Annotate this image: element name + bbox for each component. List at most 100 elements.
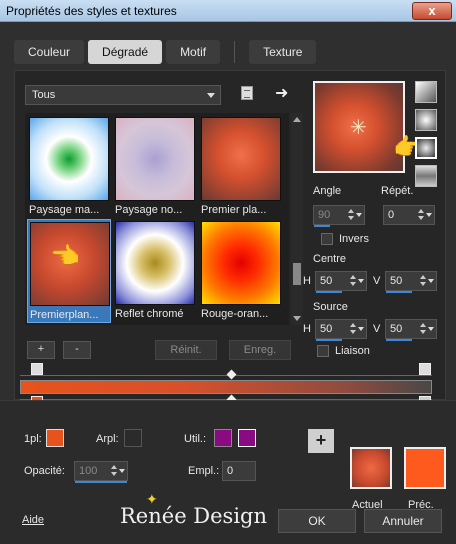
- tab-texture[interactable]: Texture: [249, 40, 317, 64]
- source-label: Source: [313, 301, 348, 313]
- stepper-down-icon[interactable]: [111, 472, 117, 476]
- chevron-down-icon: [207, 93, 215, 98]
- tab-couleur[interactable]: Couleur: [14, 40, 85, 64]
- stepper-up-icon[interactable]: [350, 275, 356, 279]
- location-value: 0: [227, 465, 234, 477]
- stepper-down-icon[interactable]: [348, 216, 354, 220]
- title-bar: Propriétés des styles et textures x: [0, 0, 456, 22]
- close-button[interactable]: x: [412, 2, 452, 20]
- opacity-stepper[interactable]: 100: [74, 461, 128, 483]
- stepper-down-icon[interactable]: [350, 282, 356, 286]
- source-h-label: H: [303, 323, 311, 335]
- pointing-hand-icon: 👈: [50, 243, 80, 270]
- util-label: Util.:: [184, 433, 206, 445]
- chevron-down-icon[interactable]: [428, 279, 434, 283]
- stepper-up-icon[interactable]: [420, 323, 426, 327]
- gradient-thumb[interactable]: Rouge-oran...: [199, 219, 283, 323]
- gradient-thumb-label: Paysage ma...: [29, 204, 100, 216]
- util-color-swatch-active[interactable]: [238, 429, 256, 447]
- library-icon[interactable]: [241, 86, 253, 100]
- gradient-preview[interactable]: ✳: [313, 81, 405, 173]
- ok-button[interactable]: OK: [278, 509, 356, 533]
- stepper-up-icon[interactable]: [350, 323, 356, 327]
- stepper-up-icon[interactable]: [111, 465, 117, 469]
- gradient-thumb[interactable]: Paysage no...: [113, 115, 197, 219]
- add-color-button[interactable]: +: [308, 429, 334, 453]
- stepper-down-icon[interactable]: [420, 330, 426, 334]
- source-v-value: 50: [390, 323, 403, 335]
- bottom-panel: 1pl: Arpl: Util.: Opacité: 100 Empl.: 0 …: [0, 400, 456, 544]
- stepper-down-icon[interactable]: [350, 330, 356, 334]
- save-button[interactable]: Enreg.: [229, 340, 291, 360]
- gradient-thumb[interactable]: Reflet chromé: [113, 219, 197, 323]
- gallery-scrollbar[interactable]: [291, 113, 303, 325]
- location-field[interactable]: 0: [222, 461, 256, 481]
- tab-degrade[interactable]: Dégradé: [88, 40, 163, 64]
- center-v-label: V: [373, 275, 381, 287]
- repeat-label: Répét.: [381, 185, 414, 197]
- linear-style-button[interactable]: [415, 81, 437, 103]
- radial-style-button[interactable]: [415, 165, 437, 187]
- gradient-thumb-selected[interactable]: 👈 Premierplan...: [27, 219, 111, 323]
- stepper-down-icon[interactable]: [420, 282, 426, 286]
- stepper-up-icon[interactable]: [348, 209, 354, 213]
- rectangular-style-button[interactable]: [415, 109, 437, 131]
- reset-button[interactable]: Réinit.: [155, 340, 217, 360]
- chevron-down-icon[interactable]: [358, 327, 364, 331]
- chevron-down-icon[interactable]: [428, 327, 434, 331]
- gradient-ramp[interactable]: [20, 380, 432, 394]
- stepper-down-icon[interactable]: [418, 216, 424, 220]
- sunburst-style-button[interactable]: [415, 137, 437, 159]
- opacity-stop-start[interactable]: [31, 363, 43, 375]
- source-h-value: 50: [320, 323, 333, 335]
- add-gradient-button[interactable]: +: [27, 341, 55, 359]
- stepper-up-icon[interactable]: [420, 275, 426, 279]
- gradient-swatch: [201, 221, 281, 305]
- source-v-stepper[interactable]: 50: [385, 319, 437, 341]
- cancel-button[interactable]: Annuler: [364, 509, 442, 533]
- source-h-stepper[interactable]: 50: [315, 319, 367, 341]
- arrow-right-icon[interactable]: ➜: [275, 83, 288, 103]
- opacity-stop-end[interactable]: [419, 363, 431, 375]
- angle-stepper[interactable]: 90: [313, 205, 365, 227]
- stepper-up-icon[interactable]: [418, 209, 424, 213]
- invert-checkbox[interactable]: [321, 233, 333, 245]
- fg-color-swatch[interactable]: [46, 429, 64, 447]
- bg-color-swatch[interactable]: [124, 429, 142, 447]
- gradient-thumb[interactable]: Premier pla...: [199, 115, 283, 219]
- value-bar: [75, 481, 127, 483]
- chevron-down-icon[interactable]: [119, 469, 125, 473]
- dialog-body: Couleur Dégradé Motif Texture Tous ➜ Pay…: [0, 22, 456, 544]
- center-v-value: 50: [390, 275, 403, 287]
- center-label: Centre: [313, 253, 347, 265]
- location-label: Empl.:: [188, 465, 220, 477]
- previous-swatch[interactable]: [404, 447, 446, 489]
- scroll-thumb[interactable]: [293, 263, 301, 285]
- help-link[interactable]: Aide: [22, 514, 44, 526]
- gradient-swatch: [29, 117, 109, 201]
- link-checkbox[interactable]: [317, 345, 329, 357]
- center-v-stepper[interactable]: 50: [385, 271, 437, 293]
- gradient-thumb-label: Rouge-oran...: [201, 308, 269, 320]
- center-h-stepper[interactable]: 50: [315, 271, 367, 293]
- center-h-value: 50: [320, 275, 333, 287]
- repeat-stepper[interactable]: 0: [383, 205, 435, 225]
- center-point-icon[interactable]: ✳: [350, 115, 367, 140]
- remove-gradient-button[interactable]: -: [63, 341, 91, 359]
- current-swatch[interactable]: [350, 447, 392, 489]
- chevron-down-icon[interactable]: [356, 213, 362, 217]
- category-value: Tous: [32, 89, 56, 101]
- gradient-thumb[interactable]: Paysage ma...: [27, 115, 111, 219]
- util-color-swatch[interactable]: [214, 429, 232, 447]
- gradient-gallery: Paysage ma... Paysage no... Premier pla.…: [25, 113, 289, 325]
- scroll-down-icon[interactable]: [293, 316, 301, 321]
- gradient-thumb-label: Premierplan...: [30, 309, 99, 321]
- angle-label: Angle: [313, 185, 342, 197]
- chevron-down-icon[interactable]: [358, 279, 364, 283]
- gradient-swatch: [115, 117, 195, 201]
- scroll-up-icon[interactable]: [293, 117, 301, 122]
- chevron-down-icon[interactable]: [426, 213, 432, 217]
- tab-bar: Couleur Dégradé Motif Texture: [14, 40, 317, 64]
- tab-motif[interactable]: Motif: [166, 40, 221, 64]
- category-select[interactable]: Tous: [25, 85, 221, 105]
